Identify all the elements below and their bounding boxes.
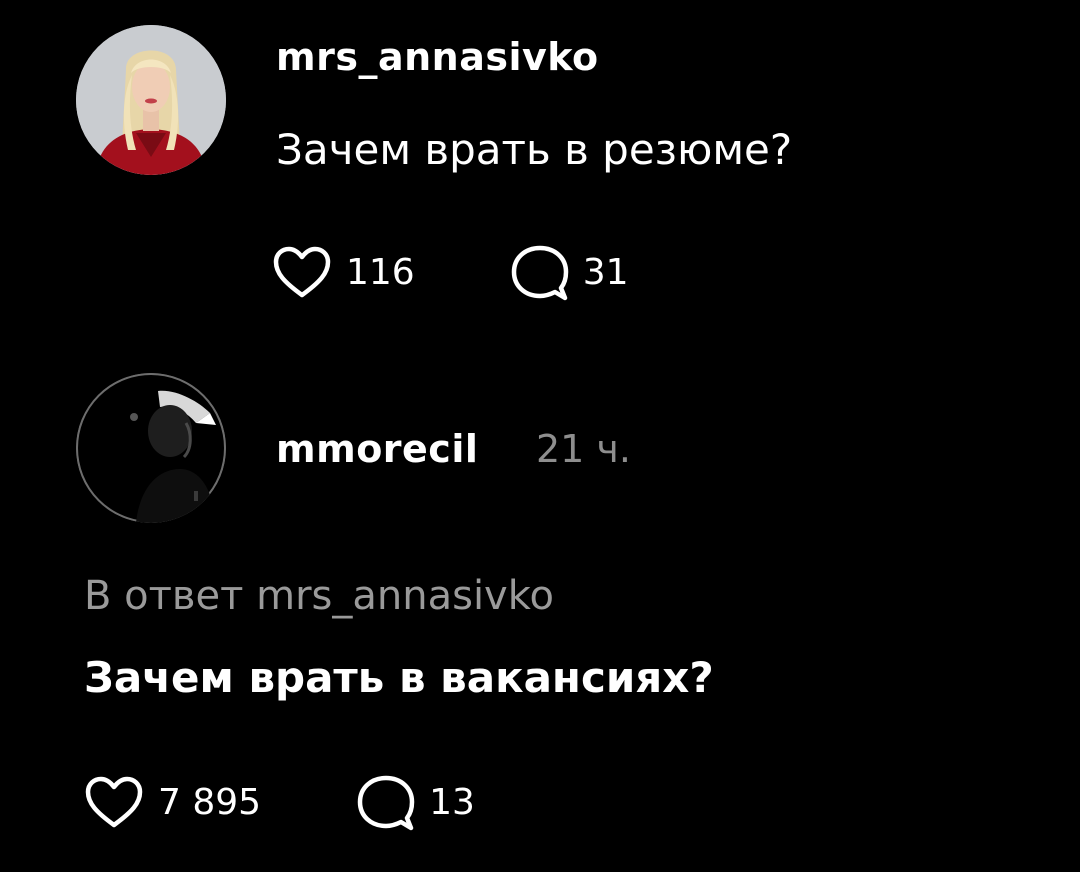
post-time: 21 ч. (536, 427, 631, 471)
post-actions: 7 895 13 (84, 775, 475, 831)
avatar[interactable] (76, 373, 226, 523)
comment-count: 13 (429, 782, 475, 823)
post-mrs-annasivko: mrs_annasivko Зачем врать в резюме? 116 … (0, 0, 1080, 340)
speech-bubble-icon (511, 245, 568, 301)
like-count: 116 (346, 252, 415, 293)
like-button[interactable]: 7 895 (84, 775, 261, 831)
heart-icon (85, 776, 143, 828)
username[interactable]: mmorecil (276, 430, 478, 468)
comment-button[interactable]: 13 (357, 774, 475, 832)
speech-bubble-icon (357, 775, 415, 831)
comment-button[interactable]: 31 (511, 244, 629, 302)
comment-count: 31 (582, 252, 629, 293)
reply-to-label[interactable]: В ответ mrs_annasivko (84, 576, 554, 616)
like-count: 7 895 (158, 782, 262, 823)
avatar[interactable] (76, 25, 226, 175)
post-text: Зачем врать в вакансиях? (84, 653, 714, 702)
post-text: Зачем врать в резюме? (276, 125, 793, 174)
avatar-photo-man (76, 373, 226, 523)
post-actions: 116 31 (272, 245, 629, 301)
heart-icon (273, 246, 331, 298)
username[interactable]: mrs_annasivko (276, 38, 599, 76)
avatar-photo-woman (76, 25, 226, 175)
like-button[interactable]: 116 (272, 245, 415, 301)
